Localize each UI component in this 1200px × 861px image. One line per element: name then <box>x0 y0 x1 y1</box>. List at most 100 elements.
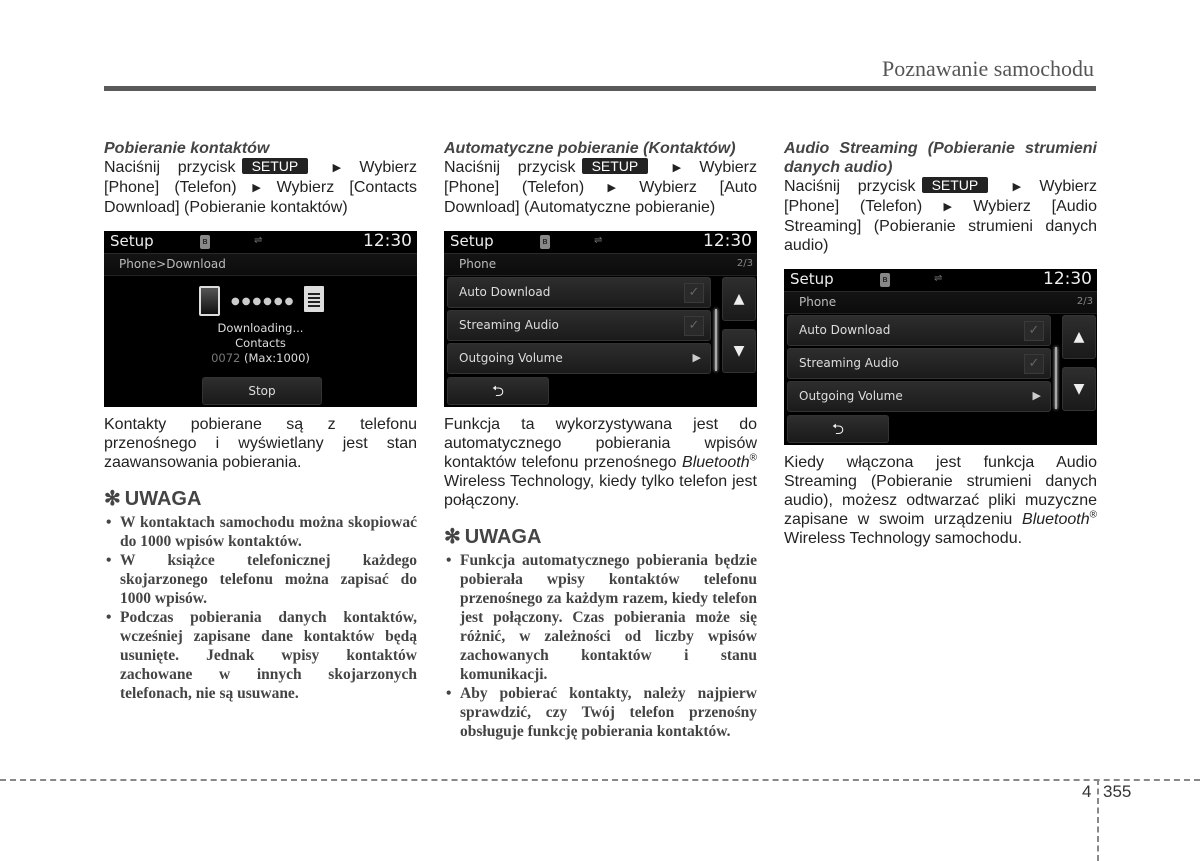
note-list: W kontaktach samochodu można skopiować d… <box>104 513 417 703</box>
page-indicator: 2/3 <box>736 258 753 269</box>
instruction: Naciśnij przycisk SETUP ▶ Wybierz [Phone] (… <box>444 158 757 217</box>
subtitle-bar: Phone 2/3 <box>784 292 1097 314</box>
status-bar: Setup ʙ ⇌ 12:30 <box>784 269 1097 292</box>
bluetooth-brand: Bluetooth <box>1022 511 1090 528</box>
instruction: Naciśnij przycisk SETUP ▶ Wybierz [Phone] (… <box>104 158 417 217</box>
note-heading-text: UWAGA <box>464 526 542 548</box>
chapter-number: 4 <box>1082 782 1092 801</box>
checkbox-checked[interactable]: ✓ <box>684 316 704 336</box>
contacts-label: Contacts <box>235 336 286 350</box>
list-item-label: Outgoing Volume <box>459 351 563 365</box>
list-item-streaming-audio[interactable]: Streaming Audio ✓ <box>447 310 711 341</box>
screen-title: Setup <box>790 270 834 288</box>
checkbox-checked[interactable]: ✓ <box>1024 354 1044 374</box>
screen-title: Setup <box>110 232 154 250</box>
section-title: Automatyczne pobieranie (Kontaktów) <box>444 140 736 157</box>
max-value: (Max:1000) <box>244 351 310 365</box>
count-value: 0072 <box>211 351 241 365</box>
chapter-title: Poznawanie samochodu <box>882 56 1094 81</box>
subtitle-bar: Phone 2/3 <box>444 254 757 276</box>
screen-subtitle: Phone <box>459 257 497 271</box>
clock: 12:30 <box>363 231 412 251</box>
arrow-right-icon: ▶ <box>927 201 969 213</box>
status-bar: Setup ʙ ⇌ 12:30 <box>104 231 417 254</box>
chevron-right-icon: ▶ <box>1032 389 1041 402</box>
bluetooth-icon: ʙ <box>540 235 550 249</box>
scroll-up-button[interactable]: ▲ <box>1062 315 1096 359</box>
clock: 12:30 <box>703 231 752 251</box>
section-title: Audio Streaming (Pobieranie strumieni da… <box>784 140 1097 176</box>
usb-icon: ⇌ <box>254 235 263 246</box>
footer-vertical-divider <box>1097 779 1099 861</box>
description: Kontakty pobierane są z telefonu przenoś… <box>104 416 417 471</box>
scrollbar[interactable] <box>1055 347 1057 409</box>
header-rule <box>104 86 1096 91</box>
page-indicator: 2/3 <box>1076 296 1093 307</box>
page-number: 355 <box>1103 782 1132 801</box>
description: Kiedy włączona jest funkcja Audio Stream… <box>784 453 1097 548</box>
setup-button-badge: SETUP <box>581 158 649 174</box>
section-auto-download: Automatyczne pobieranie (Kontaktów) Naci… <box>444 139 757 741</box>
note-list: Funkcja automatycznego pobierania będzie… <box>444 551 757 741</box>
instruction-text: Naciśnij przycisk <box>444 159 576 176</box>
description-text: Wireless Technology, kiedy tylko telefon… <box>444 473 757 509</box>
progress-dots: ●●●●●● <box>231 296 296 307</box>
list-item-outgoing-volume[interactable]: Outgoing Volume ▶ <box>447 343 711 374</box>
downloading-label: Downloading... <box>217 321 304 335</box>
instruction-text: Naciśnij przycisk <box>104 159 236 176</box>
note-item: Funkcja automatycznego pobierania będzie… <box>444 551 757 684</box>
registered-mark: ® <box>1089 509 1097 521</box>
setup-button-badge: SETUP <box>241 158 309 174</box>
list-item-label: Streaming Audio <box>459 318 559 332</box>
breadcrumb: Phone>Download <box>119 257 226 271</box>
screen-subtitle: Phone <box>799 295 837 309</box>
phone-icon <box>199 286 220 316</box>
arrow-right-icon: ▶ <box>659 162 695 174</box>
note-item: Podczas pobierania danych kontaktów, wcz… <box>104 608 417 703</box>
status-bar: Setup ʙ ⇌ 12:30 <box>444 231 757 254</box>
clock: 12:30 <box>1043 269 1092 289</box>
list-item-label: Streaming Audio <box>799 356 899 370</box>
download-count: 0072 (Max:1000) <box>104 351 417 365</box>
scroll-up-button[interactable]: ▲ <box>722 277 756 321</box>
arrow-right-icon: ▶ <box>319 162 355 174</box>
contacts-list-icon <box>304 286 324 312</box>
breadcrumb-bar: Phone>Download <box>104 254 417 276</box>
phone-settings-screen: Setup ʙ ⇌ 12:30 Phone 2/3 Auto Download … <box>444 231 757 407</box>
back-button[interactable]: ⮌ <box>447 377 549 405</box>
chevron-right-icon: ▶ <box>692 351 701 364</box>
scrollbar[interactable] <box>715 309 717 371</box>
note-heading-text: UWAGA <box>124 488 202 510</box>
list-item-label: Outgoing Volume <box>799 389 903 403</box>
bluetooth-download-icon: ʙ <box>200 235 210 249</box>
instruction-text: Naciśnij przycisk <box>784 178 916 195</box>
setup-button-badge: SETUP <box>921 177 989 193</box>
usb-icon: ⇌ <box>934 273 943 284</box>
bluetooth-brand: Bluetooth <box>682 454 750 471</box>
list-item-auto-download[interactable]: Auto Download ✓ <box>447 277 711 308</box>
arrow-right-icon: ▶ <box>999 181 1035 193</box>
scroll-down-button[interactable]: ▼ <box>1062 367 1096 411</box>
section-title: Pobieranie kontaktów <box>104 140 270 157</box>
back-button[interactable]: ⮌ <box>787 415 889 443</box>
note-heading: ✻ UWAGA <box>104 488 417 510</box>
checkbox-checked[interactable]: ✓ <box>684 283 704 303</box>
list-item-streaming-audio[interactable]: Streaming Audio ✓ <box>787 348 1051 379</box>
screen-title: Setup <box>450 232 494 250</box>
registered-mark: ® <box>749 452 757 464</box>
description-text: Wireless Technology samochodu. <box>784 530 1023 547</box>
note-item: W kontaktach samochodu można skopiować d… <box>104 513 417 551</box>
note-item: Aby pobierać kontakty, należy najpierw s… <box>444 684 757 741</box>
stop-button[interactable]: Stop <box>202 377 322 405</box>
list-item-outgoing-volume[interactable]: Outgoing Volume ▶ <box>787 381 1051 412</box>
list-item-auto-download[interactable]: Auto Download ✓ <box>787 315 1051 346</box>
checkbox-checked[interactable]: ✓ <box>1024 321 1044 341</box>
note-heading: ✻ UWAGA <box>444 526 757 548</box>
bluetooth-icon: ʙ <box>880 273 890 287</box>
list-item-label: Auto Download <box>459 285 551 299</box>
footer-divider <box>0 779 1200 781</box>
section-audio-streaming: Audio Streaming (Pobieranie strumieni da… <box>784 139 1097 548</box>
phone-settings-screen: Setup ʙ ⇌ 12:30 Phone 2/3 Auto Download … <box>784 269 1097 445</box>
description: Funkcja ta wykorzystywana jest do automa… <box>444 415 757 510</box>
scroll-down-button[interactable]: ▼ <box>722 329 756 373</box>
